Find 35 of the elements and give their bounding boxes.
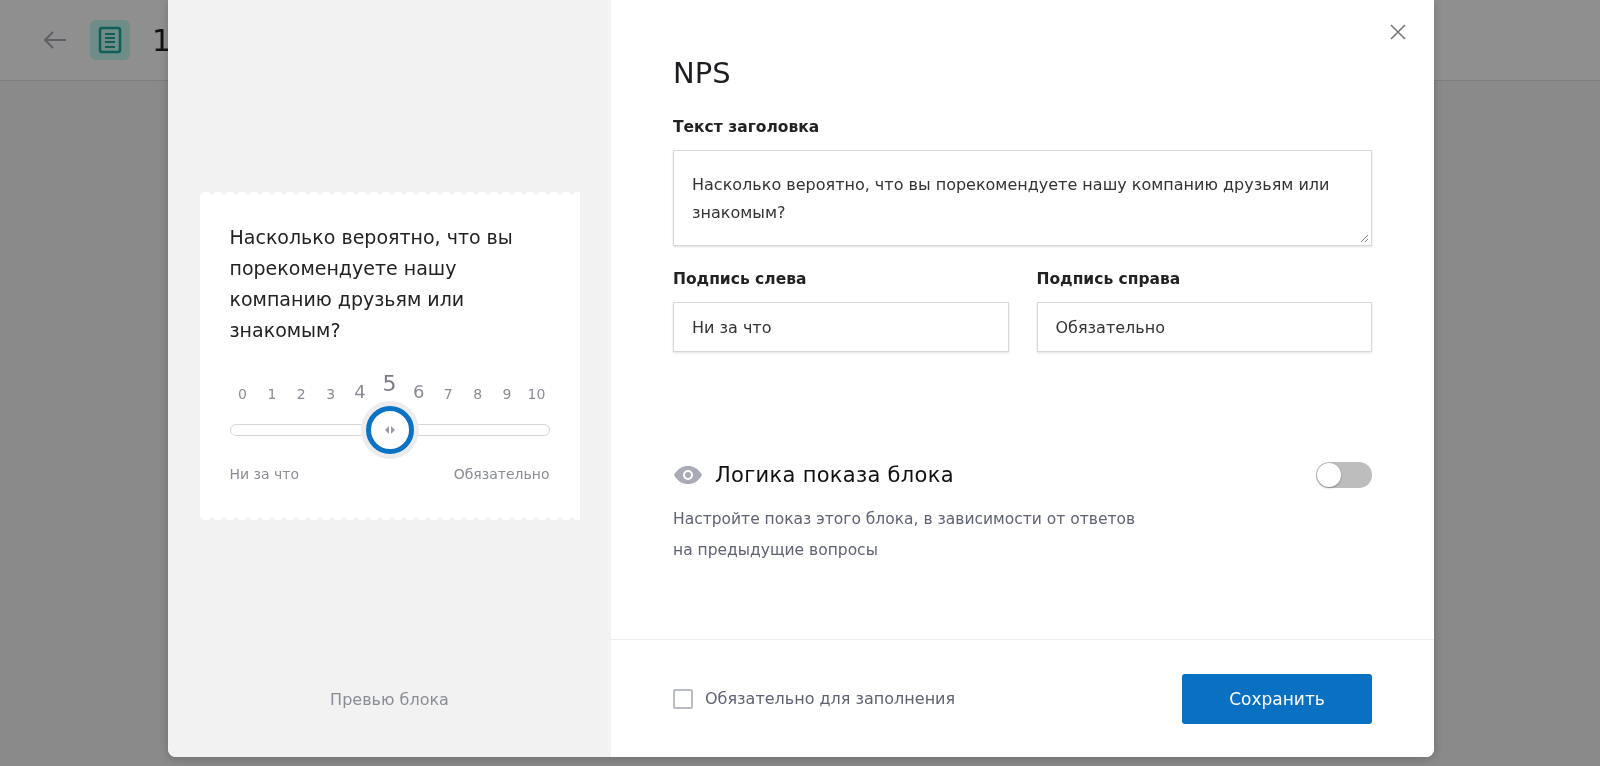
scale-number[interactable]: 8	[464, 386, 491, 402]
back-arrow-icon[interactable]	[42, 29, 68, 51]
question-text: Насколько вероятно, что вы порекомендуете нашу компанию друзьям или знакомым?	[229, 225, 514, 343]
scale-number[interactable]: 10	[523, 386, 550, 402]
preview-caption: Превью блока	[330, 690, 449, 709]
section-description: Настройте показ этого блока, в зависимости от ответов на предыдущие вопросы	[673, 509, 1137, 561]
scale-number[interactable]: 2	[288, 386, 315, 402]
scale-number[interactable]: 6	[405, 381, 432, 402]
field-label: Текст заголовка	[673, 118, 821, 136]
resize-handle-icon[interactable]	[1359, 233, 1369, 243]
close-icon[interactable]	[1388, 22, 1408, 42]
arrows-icon	[384, 426, 395, 434]
eye-icon	[673, 466, 703, 484]
heading-text-field[interactable]: Насколько вероятно, что вы порекомендуете нашу компанию друзьям или знакомым?	[673, 150, 1372, 246]
scale-number[interactable]: 1	[258, 386, 285, 402]
scale-left-label: Ни за что	[229, 466, 300, 482]
dialog-title: NPS	[673, 56, 732, 90]
save-button[interactable]: Сохранить	[1182, 673, 1372, 724]
scale-number[interactable]: 0	[229, 386, 256, 402]
document-icon	[90, 20, 130, 60]
checkbox[interactable]	[673, 688, 693, 709]
toggle-switch[interactable]	[1316, 462, 1372, 488]
page-title: 1	[152, 22, 172, 58]
scale-right-label: Обязательно	[453, 466, 550, 482]
field-label: Подпись слева	[673, 270, 808, 288]
checkbox-label: Обязательно для заполнения	[705, 689, 956, 708]
scale-number[interactable]: 9	[494, 386, 520, 402]
scale-number[interactable]: 3	[317, 386, 344, 402]
scale-number[interactable]: 4	[347, 381, 374, 402]
scale-number[interactable]: 7	[435, 386, 462, 402]
input-field[interactable]: Ни за что	[673, 302, 1009, 352]
section-title: Логика показа блока	[715, 463, 954, 487]
input-field[interactable]: Обязательно	[1036, 302, 1372, 352]
field-label: Подпись справа	[1036, 270, 1182, 288]
scale-number[interactable]: 5	[376, 371, 403, 402]
